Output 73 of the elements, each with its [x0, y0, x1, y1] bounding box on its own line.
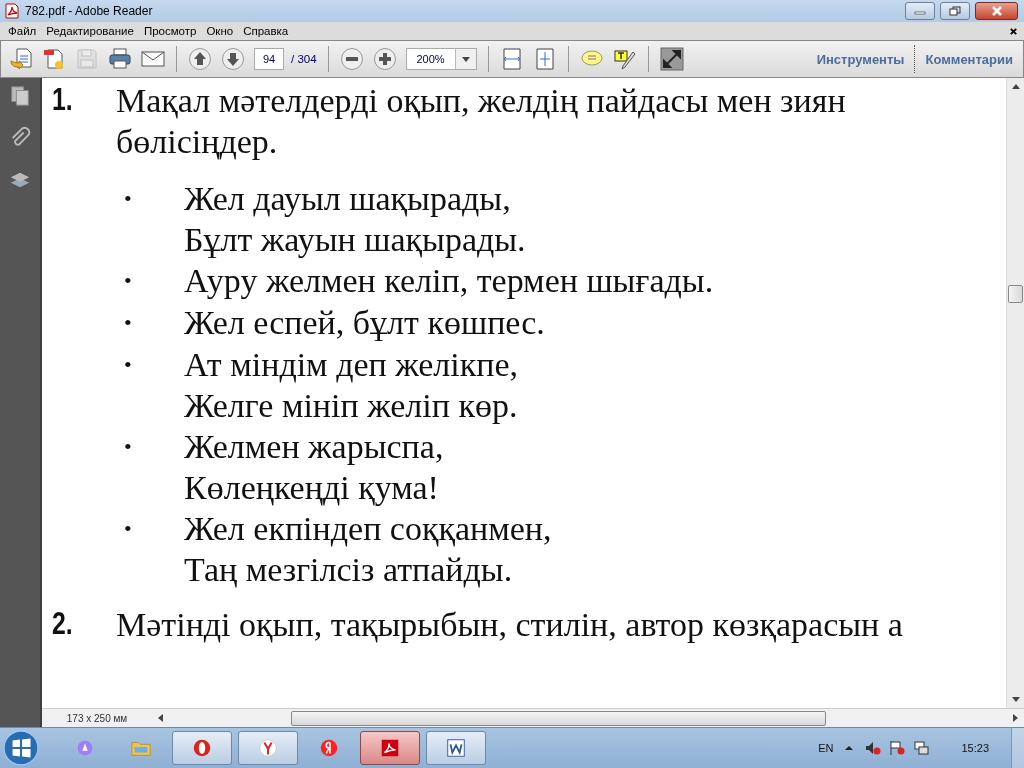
task-text-line: Мәтінді оқып, тақырыбын, стилін, автор көзқарасын а — [116, 605, 903, 645]
highlight-text-icon[interactable] — [612, 47, 637, 71]
taskbar-button[interactable] — [360, 731, 420, 765]
create-pdf-icon[interactable] — [42, 47, 66, 71]
clock[interactable]: 15:23 — [961, 742, 989, 754]
close-icon — [990, 6, 1003, 16]
page-down-icon[interactable] — [221, 47, 245, 71]
panel-button[interactable]: Комментарии — [921, 47, 1017, 71]
proverb-line: Көлеңкеңді қума! — [184, 468, 440, 508]
vertical-scrollbar[interactable] — [1006, 78, 1024, 708]
scroll-up-icon[interactable] — [1011, 84, 1020, 89]
bullet: • — [123, 267, 133, 295]
page-total: / 304 — [291, 53, 317, 65]
browser-icon — [191, 737, 213, 759]
zoom-in-icon[interactable] — [372, 47, 397, 71]
proverb-line: Таң мезгілсіз атпайды. — [184, 550, 514, 590]
network-icon[interactable] — [913, 740, 930, 756]
menu-item[interactable]: Просмотр — [138, 25, 202, 37]
search-app-icon — [318, 737, 340, 759]
zoom-dropdown[interactable]: 200% — [405, 48, 477, 70]
taskbar-button[interactable] — [426, 731, 486, 765]
bullet: • — [123, 515, 133, 543]
start-button-icon[interactable] — [2, 729, 40, 767]
page-number-field[interactable]: 94 — [254, 48, 284, 70]
proverb-line: Жел дауыл шақырады, — [184, 179, 512, 219]
menu-item[interactable]: Редактирование — [41, 25, 139, 37]
restore-button[interactable] — [940, 2, 970, 20]
menu-item[interactable]: Окно — [201, 25, 239, 37]
bullet: • — [123, 433, 133, 461]
minimize-button[interactable] — [905, 2, 935, 20]
print-icon[interactable] — [108, 47, 132, 71]
page-up-icon[interactable] — [188, 47, 212, 71]
taskbar-button[interactable] — [172, 731, 232, 765]
scroll-left-icon[interactable] — [158, 714, 163, 722]
proverb-line: Ауру желмен келіп, термен шығады. — [184, 261, 714, 301]
task-text-line: Мақал мәтелдерді оқып, желдің пайдасы мен зиян — [116, 81, 846, 121]
bullet: • — [123, 309, 133, 337]
taskbar-button[interactable] — [238, 731, 298, 765]
scroll-right-icon[interactable] — [1013, 714, 1018, 722]
task-text-line: бөлісіңдер. — [116, 122, 279, 162]
zoom-out-icon[interactable] — [339, 47, 364, 71]
pages-icon[interactable] — [9, 84, 31, 108]
menu-item[interactable]: Файл — [3, 25, 42, 37]
caret-icon — [461, 56, 470, 62]
menu-item[interactable]: Справка — [238, 25, 294, 37]
language-indicator[interactable]: EN — [818, 742, 834, 754]
proverb-line: Ат міндім деп желікпе, — [184, 345, 519, 385]
window-title: 782.pdf - Adobe Reader — [25, 4, 153, 18]
proverb-line: Желге мініп желіп көр. — [184, 386, 519, 426]
proverb-line: Жел екпіндеп соққанмен, — [184, 509, 552, 549]
speaker-icon[interactable] — [865, 740, 882, 756]
scroll-down-icon[interactable] — [1011, 697, 1020, 702]
proverb-line: Жел еспей, бұлт көшпес. — [184, 303, 545, 343]
close-icon[interactable] — [1009, 26, 1018, 36]
pdf-app-icon — [379, 737, 401, 759]
bullet: • — [123, 185, 133, 213]
bullet: • — [123, 351, 133, 379]
flag-icon[interactable] — [889, 740, 906, 756]
section-number: 1. — [52, 81, 74, 119]
proverb-line: Желмен жарыспа, — [184, 427, 444, 467]
document-app-icon — [445, 737, 467, 759]
proverb-line: Бұлт жауын шақырады. — [184, 220, 526, 260]
section-number: 2. — [52, 605, 74, 643]
browser-icon — [257, 737, 279, 759]
pdf-file-icon — [4, 3, 20, 19]
open-file-icon[interactable] — [9, 47, 33, 71]
scroll-thumb[interactable] — [1008, 285, 1023, 303]
close-button[interactable] — [975, 2, 1018, 20]
scroll-thumb[interactable] — [291, 710, 826, 726]
page-size-label: 173 x 250 мм — [65, 711, 129, 726]
full-screen-icon[interactable] — [659, 47, 684, 71]
restore-icon — [949, 6, 961, 16]
panel-button[interactable]: Инструменты — [812, 47, 909, 71]
